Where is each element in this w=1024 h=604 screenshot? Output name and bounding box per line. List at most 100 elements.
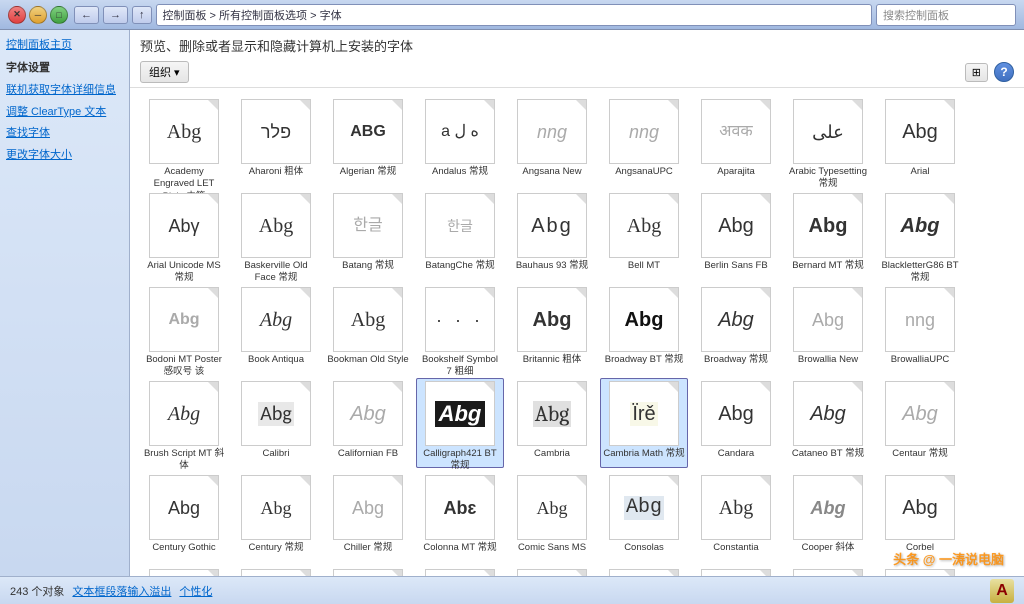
- font-item[interactable]: AbgBritannic 粗体: [508, 284, 596, 374]
- font-item[interactable]: AbgAcademy Engraved LET Plain 中等: [140, 96, 228, 186]
- font-item[interactable]: AbgBerlin Sans FB: [692, 190, 780, 280]
- font-item[interactable]: अवकAparajita: [692, 96, 780, 186]
- font-item[interactable]: AbgCorbel: [876, 472, 964, 562]
- font-icon: ʤΝ: [609, 569, 679, 576]
- font-item[interactable]: nngAngsana New: [508, 96, 596, 186]
- font-item[interactable]: ÏrěCambria Math 常规: [600, 378, 688, 468]
- font-label: Chiller 常规: [344, 542, 393, 554]
- font-item[interactable]: AbgBaskerville Old Face 常规: [232, 190, 320, 280]
- font-item[interactable]: AbgCalifornian FB: [324, 378, 412, 468]
- font-icon: Abg: [149, 475, 219, 540]
- font-icon: Abg: [333, 569, 403, 576]
- font-icon: Abg: [241, 193, 311, 258]
- font-item[interactable]: nngDilleniaUPC: [784, 566, 872, 576]
- font-item[interactable]: AbgCentury Gothic: [140, 472, 228, 562]
- font-item[interactable]: nngAngsanaUPC: [600, 96, 688, 186]
- font-label: Bookshelf Symbol 7 粗细: [419, 354, 501, 379]
- font-item[interactable]: AbgChiller 常规: [324, 472, 412, 562]
- font-label: Arabic Typesetting 常规: [787, 166, 869, 191]
- font-item[interactable]: AbgCalligraph421 BT 常规: [416, 378, 504, 468]
- forward-button[interactable]: →: [103, 6, 128, 24]
- font-label: Broadway BT 常规: [605, 354, 684, 366]
- font-label: Bodoni MT Poster 感叹号 该: [143, 354, 225, 379]
- font-item[interactable]: 한글Batang 常规: [324, 190, 412, 280]
- font-item[interactable]: ﻋﻠﻰArabic Typesetting 常规: [784, 96, 872, 186]
- close-button[interactable]: ✕: [8, 6, 26, 24]
- back-button[interactable]: ←: [74, 6, 99, 24]
- font-item[interactable]: AbgConstantia: [692, 472, 780, 562]
- font-item[interactable]: nngDaunPenh 常规: [508, 566, 596, 576]
- font-preview-text: Abg: [168, 312, 199, 328]
- font-item[interactable]: AbɛColonna MT 常规: [416, 472, 504, 562]
- font-item[interactable]: AbgBrowallia New: [784, 284, 872, 374]
- font-item[interactable]: AbgBodoni MT Poster 感叹号 该: [140, 284, 228, 374]
- sidebar-item-control-panel-home[interactable]: 控制面板主页: [6, 38, 123, 53]
- font-item[interactable]: פלרAharoni 粗体: [232, 96, 320, 186]
- font-icon: Abg: [149, 381, 219, 446]
- status-link-1[interactable]: 文本框段落输入溢出: [72, 583, 171, 599]
- search-bar[interactable]: 搜索控制面板: [876, 4, 1016, 26]
- font-label: Algerian 常规: [340, 166, 397, 178]
- font-item[interactable]: AbgBroadway BT 常规: [600, 284, 688, 374]
- maximize-button[interactable]: □: [50, 6, 68, 24]
- font-item[interactable]: ʤΝDavid: [600, 566, 688, 576]
- font-item[interactable]: AbgCordia New: [140, 566, 228, 576]
- font-item[interactable]: AbgBroadway 常规: [692, 284, 780, 374]
- font-item[interactable]: AbgCandara: [692, 378, 780, 468]
- font-item[interactable]: AbgCourier New: [324, 566, 412, 576]
- sidebar-section: 控制面板主页 字体设置 联机获取字体详细信息 调整 ClearType 文本 查…: [6, 38, 123, 163]
- font-item[interactable]: AbgBlackletterG86 BT 常规: [876, 190, 964, 280]
- content-toolbar: 预览、删除或者显示和隐藏计算机上安装的字体 组织 ▾ ⊞ ?: [130, 30, 1024, 88]
- font-item[interactable]: AbgCataneo BT 常规: [784, 378, 872, 468]
- status-link-2[interactable]: 个性化: [179, 583, 212, 599]
- font-icon: 繁體字: [701, 569, 771, 576]
- help-button[interactable]: ?: [994, 62, 1014, 82]
- font-icon: Abg: [609, 475, 679, 540]
- font-item[interactable]: AbgBernard MT 常规: [784, 190, 872, 280]
- breadcrumb[interactable]: 控制面板 > 所有控制面板选项 > 字体: [156, 4, 873, 26]
- font-icon: Abg: [149, 569, 219, 576]
- font-item[interactable]: AbgCambria: [508, 378, 596, 468]
- font-preview-text: Abg: [350, 404, 386, 424]
- font-item[interactable]: AbgConsolas: [600, 472, 688, 562]
- font-preview-text: a ه ل: [441, 124, 479, 140]
- minimize-button[interactable]: ─: [29, 6, 47, 24]
- view-button[interactable]: ⊞: [965, 63, 988, 82]
- font-item[interactable]: 한글BatangChe 常规: [416, 190, 504, 280]
- font-item[interactable]: AbgComic Sans MS: [508, 472, 596, 562]
- font-item[interactable]: ຄDokChampa 常规: [876, 566, 964, 576]
- font-icon: Abg: [333, 287, 403, 352]
- font-item[interactable]: AbgCentaur 常规: [876, 378, 964, 468]
- font-item[interactable]: ABG Algerian 常规: [324, 96, 412, 186]
- font-item[interactable]: AbgArial: [876, 96, 964, 186]
- font-item[interactable]: nngBrowalliaUPC: [876, 284, 964, 374]
- font-label: BatangChe 常规: [425, 260, 494, 272]
- font-item[interactable]: AbgBrush Script MT 斜体: [140, 378, 228, 468]
- up-button[interactable]: ↑: [132, 6, 152, 24]
- sidebar: 控制面板主页 字体设置 联机获取字体详细信息 调整 ClearType 文本 查…: [0, 30, 130, 576]
- font-item[interactable]: a ه لAndalus 常规: [416, 96, 504, 186]
- font-icon: Abg: [793, 287, 863, 352]
- font-item[interactable]: AbgBell MT: [600, 190, 688, 280]
- font-icon: nng: [885, 287, 955, 352]
- sidebar-item-preview[interactable]: 查找字体: [6, 126, 123, 141]
- sidebar-item-cleartype[interactable]: 调整 ClearType 文本: [6, 105, 123, 120]
- font-label: Berlin Sans FB: [704, 260, 767, 272]
- font-item[interactable]: AbgCourier 常规: [416, 566, 504, 576]
- font-item[interactable]: 繁體字DFKai-SB 常规: [692, 566, 780, 576]
- font-item[interactable]: AbgCooper 斜体: [784, 472, 872, 562]
- font-item[interactable]: AbgCalibri: [232, 378, 320, 468]
- sidebar-item-font-info[interactable]: 联机获取字体详细信息: [6, 83, 123, 98]
- sidebar-item-font-size[interactable]: 更改字体大小: [6, 148, 123, 163]
- organize-button[interactable]: 组织 ▾: [140, 61, 189, 83]
- font-item[interactable]: AbgBookman Old Style: [324, 284, 412, 374]
- font-label: Bauhaus 93 常规: [516, 260, 588, 272]
- font-item[interactable]: nngCordiaUPC: [232, 566, 320, 576]
- font-item[interactable]: AbgBook Antiqua: [232, 284, 320, 374]
- font-item[interactable]: AbgBauhaus 93 常规: [508, 190, 596, 280]
- font-item[interactable]: AbgCentury 常规: [232, 472, 320, 562]
- font-icon: ﻋﻠﻰ: [793, 99, 863, 164]
- font-item[interactable]: · · ·Bookshelf Symbol 7 粗细: [416, 284, 504, 374]
- font-icon: ABG: [333, 99, 403, 164]
- font-item[interactable]: AbγArial Unicode MS 常规: [140, 190, 228, 280]
